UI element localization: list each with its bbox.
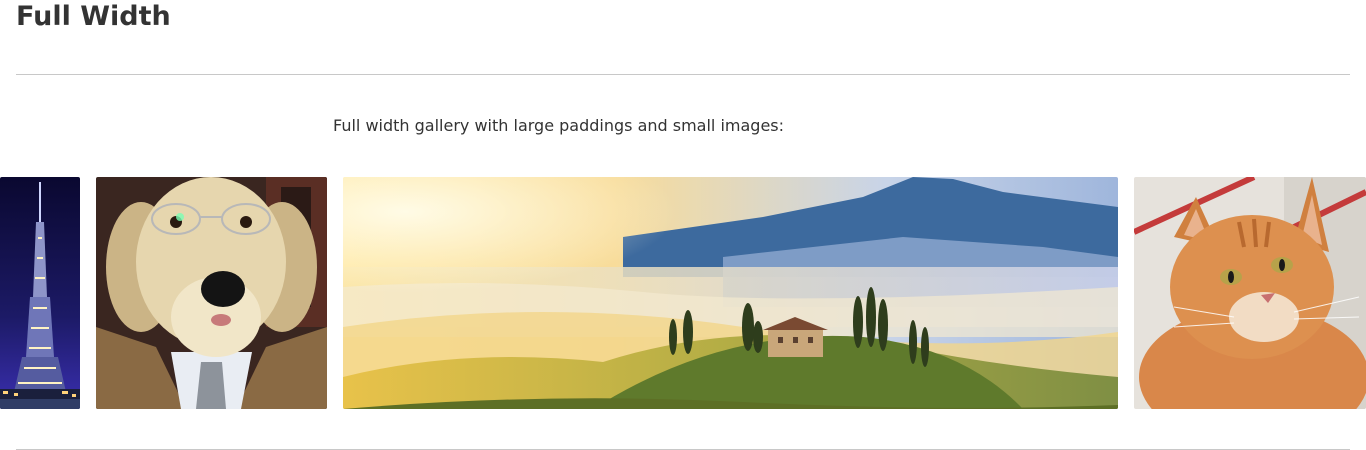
top-divider [16, 74, 1350, 75]
gallery-image-cat[interactable] [1134, 177, 1366, 409]
gallery-image-dog[interactable] [96, 177, 327, 409]
gallery-image-landscape[interactable] [343, 177, 1118, 409]
section-title: Full Width [16, 1, 171, 32]
gallery-description: Full width gallery with large paddings a… [333, 116, 785, 135]
dog-image [96, 177, 327, 409]
gallery-image-tower[interactable] [0, 177, 80, 409]
cat-image [1134, 177, 1366, 409]
full-width-gallery [0, 177, 1366, 409]
page: Full Width Full width gallery with large… [0, 0, 1366, 450]
tower-image [0, 177, 80, 409]
landscape-image [343, 177, 1118, 409]
